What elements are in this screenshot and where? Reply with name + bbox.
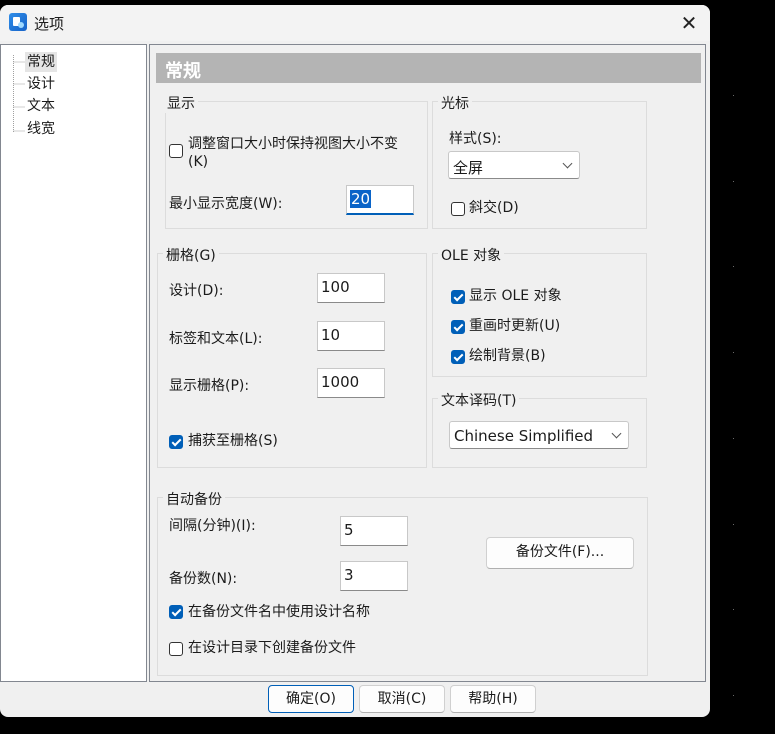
oblique-label: 斜交(D)	[469, 200, 519, 216]
encoding-group-label: 文本译码(T)	[438, 390, 520, 410]
snap-grid-label: 捕获至栅格(S)	[188, 433, 278, 449]
grid-design-input[interactable]: 100	[317, 273, 385, 303]
cursor-style-label: 样式(S):	[449, 131, 502, 147]
keep-view-size-label: 调整窗口大小时保持视图大小不变	[188, 136, 398, 152]
encoding-select[interactable]: Chinese Simplified	[449, 421, 629, 449]
cursor-style-value: 全屏	[453, 159, 484, 177]
encoding-value: Chinese Simplified	[454, 427, 594, 445]
ok-button[interactable]: 确定(O)	[268, 685, 354, 713]
keep-view-size-checkbox[interactable]	[169, 144, 183, 158]
min-width-input[interactable]: 20	[346, 185, 414, 215]
content-panel: 常规 显示 调整窗口大小时保持视图大小不变 (K) 最小显示宽度(W): 20 …	[149, 44, 706, 682]
use-design-name-checkbox[interactable]	[169, 605, 183, 619]
tree-item-design[interactable]: 设计	[25, 74, 57, 94]
tree-item-text[interactable]: 文本	[25, 96, 57, 116]
show-ole-label: 显示 OLE 对象	[469, 288, 562, 304]
keep-view-size-label-accel: (K)	[188, 154, 209, 170]
cursor-group-label: 光标	[438, 93, 472, 113]
grid-display-input[interactable]: 1000	[317, 368, 385, 398]
grid-display-label: 显示栅格(P):	[169, 378, 250, 394]
show-ole-checkbox[interactable]	[451, 290, 465, 304]
tree-item-linewidth[interactable]: 线宽	[25, 119, 57, 139]
close-icon[interactable]: ✕	[671, 9, 707, 37]
page-header: 常规	[156, 53, 701, 83]
backup-interval-input[interactable]: 5	[340, 516, 408, 546]
help-button[interactable]: 帮助(H)	[450, 685, 536, 713]
window-title: 选项	[34, 15, 65, 33]
backup-files-button[interactable]: 备份文件(F)...	[486, 537, 634, 569]
options-dialog: 选项 ✕ 常规 设计 文本 线宽 常规 显示 调整窗口大小时保持视图大小不变 (…	[0, 5, 710, 717]
chevron-down-icon	[611, 428, 622, 439]
use-design-name-label: 在备份文件名中使用设计名称	[188, 604, 370, 620]
grid-label-text-input[interactable]: 10	[317, 321, 385, 351]
min-width-label: 最小显示宽度(W):	[169, 196, 283, 212]
draw-background-checkbox[interactable]	[451, 350, 465, 364]
backup-count-input[interactable]: 3	[340, 561, 408, 591]
app-icon	[9, 13, 27, 31]
draw-background-label: 绘制背景(B)	[469, 348, 546, 364]
cancel-button[interactable]: 取消(C)	[359, 685, 445, 713]
grid-group-label: 栅格(G)	[163, 245, 219, 265]
tree-item-general[interactable]: 常规	[25, 52, 57, 72]
oblique-checkbox[interactable]	[451, 202, 465, 216]
snap-grid-checkbox[interactable]	[169, 435, 183, 449]
category-tree: 常规 设计 文本 线宽	[0, 44, 147, 682]
backup-group-label: 自动备份	[163, 489, 225, 509]
backup-in-design-dir-label: 在设计目录下创建备份文件	[188, 640, 356, 656]
page-title: 常规	[165, 61, 201, 82]
redraw-update-label: 重画时更新(U)	[469, 318, 561, 334]
chevron-down-icon	[562, 158, 573, 169]
tree-lines	[13, 55, 25, 132]
ole-group-label: OLE 对象	[438, 245, 505, 265]
display-group-label: 显示	[164, 93, 198, 113]
backup-in-design-dir-checkbox[interactable]	[169, 642, 183, 656]
cursor-style-select[interactable]: 全屏	[448, 151, 580, 179]
grid-label-text-label: 标签和文本(L):	[169, 331, 263, 347]
backup-count-label: 备份数(N):	[169, 571, 238, 587]
redraw-update-checkbox[interactable]	[451, 320, 465, 334]
grid-design-label: 设计(D):	[169, 283, 224, 299]
backup-interval-label: 间隔(分钟)(I):	[169, 518, 256, 534]
title-bar: 选项 ✕	[0, 5, 710, 41]
